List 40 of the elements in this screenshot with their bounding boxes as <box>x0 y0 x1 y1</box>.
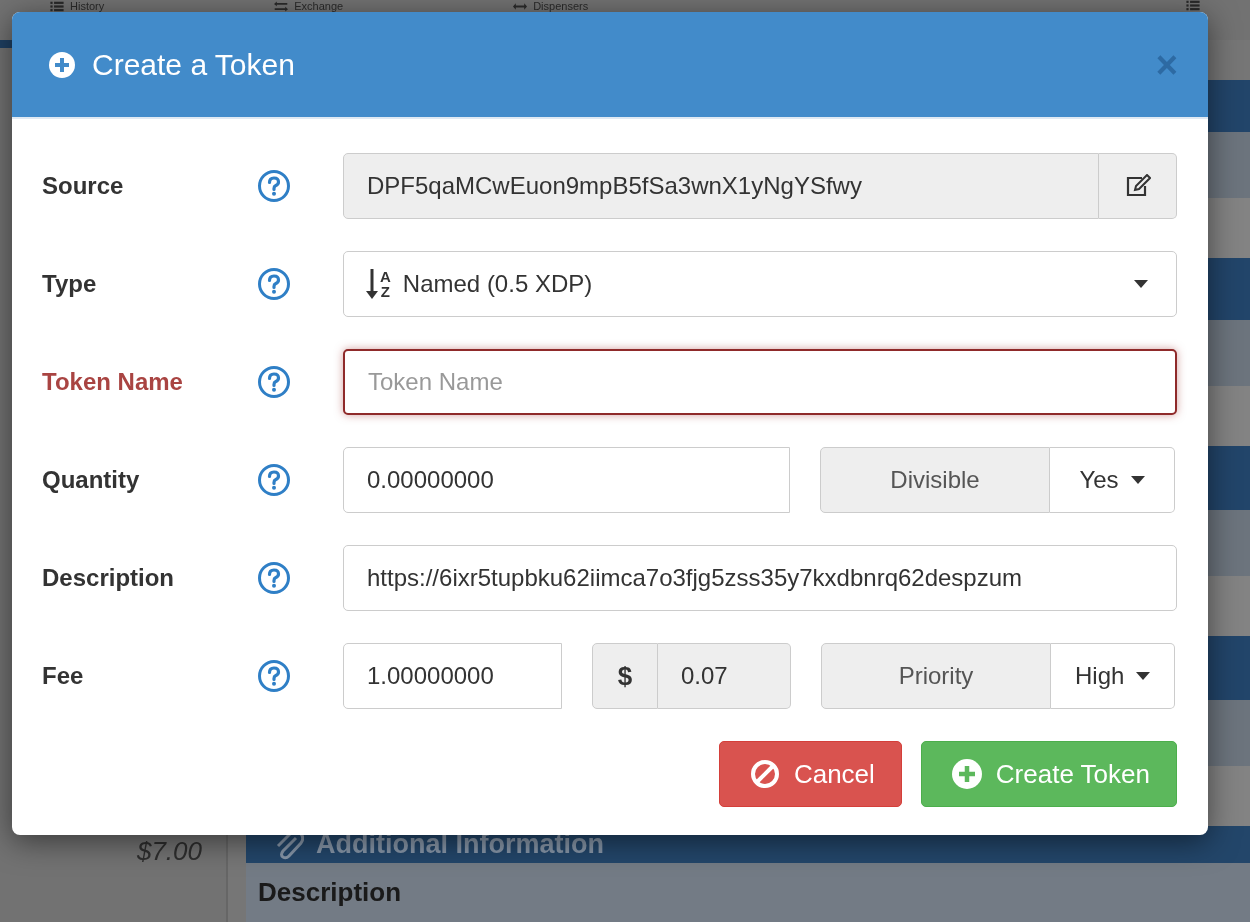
option-label: Divisible <box>820 447 1050 513</box>
caret-icon <box>1134 280 1148 288</box>
field-label: Type <box>42 270 98 298</box>
dropdown-button[interactable]: Yes <box>1050 447 1175 513</box>
input-field[interactable]: 0.00000000 <box>343 447 790 513</box>
input-field[interactable]: Token Name <box>343 349 1177 415</box>
price-text: $7.00 <box>136 836 202 867</box>
help-icon[interactable] <box>257 365 291 399</box>
currency-label: $ <box>592 643 658 709</box>
field-label: Source <box>42 172 125 200</box>
plus-circle-icon <box>48 50 76 79</box>
modal-title: Create a Token <box>92 47 295 82</box>
help-icon[interactable] <box>257 659 291 693</box>
header-stripe <box>0 40 12 48</box>
help-icon[interactable] <box>257 267 291 301</box>
panel-title: Additional Information <box>316 829 604 860</box>
edit-button[interactable] <box>1099 153 1177 219</box>
dropdown-button[interactable]: High <box>1051 643 1176 709</box>
help-icon[interactable] <box>257 169 291 203</box>
option-label: Priority <box>821 643 1051 709</box>
field-label: Quantity <box>42 466 141 494</box>
usd-field[interactable]: 0.07 <box>658 643 791 709</box>
menu-icon <box>1186 0 1200 11</box>
exchange-icon <box>274 0 289 12</box>
cancel-button[interactable]: Cancel <box>718 741 902 807</box>
ban-icon <box>749 759 780 789</box>
edit-icon <box>1124 174 1151 198</box>
help-icon[interactable] <box>257 561 291 595</box>
input-field[interactable]: DPF5qaMCwEuon9mpB5fSa3wnX1yNgYSfwy <box>343 153 1099 219</box>
help-icon[interactable] <box>257 463 291 497</box>
field-label: Fee <box>42 662 85 690</box>
input-field[interactable]: 1.00000000 <box>343 643 562 709</box>
plus-circle-icon <box>951 759 982 789</box>
caret-icon <box>1130 476 1145 484</box>
field-label: Token Name <box>42 368 184 396</box>
field-label: Description <box>42 564 176 592</box>
section-label: Description <box>258 877 402 907</box>
input-field[interactable]: https://6ixr5tupbku62iimca7o3fjg5zss35y7kxdbnrq62despzum <box>343 545 1177 611</box>
list-icon <box>50 0 64 12</box>
caret-icon <box>1136 672 1151 680</box>
